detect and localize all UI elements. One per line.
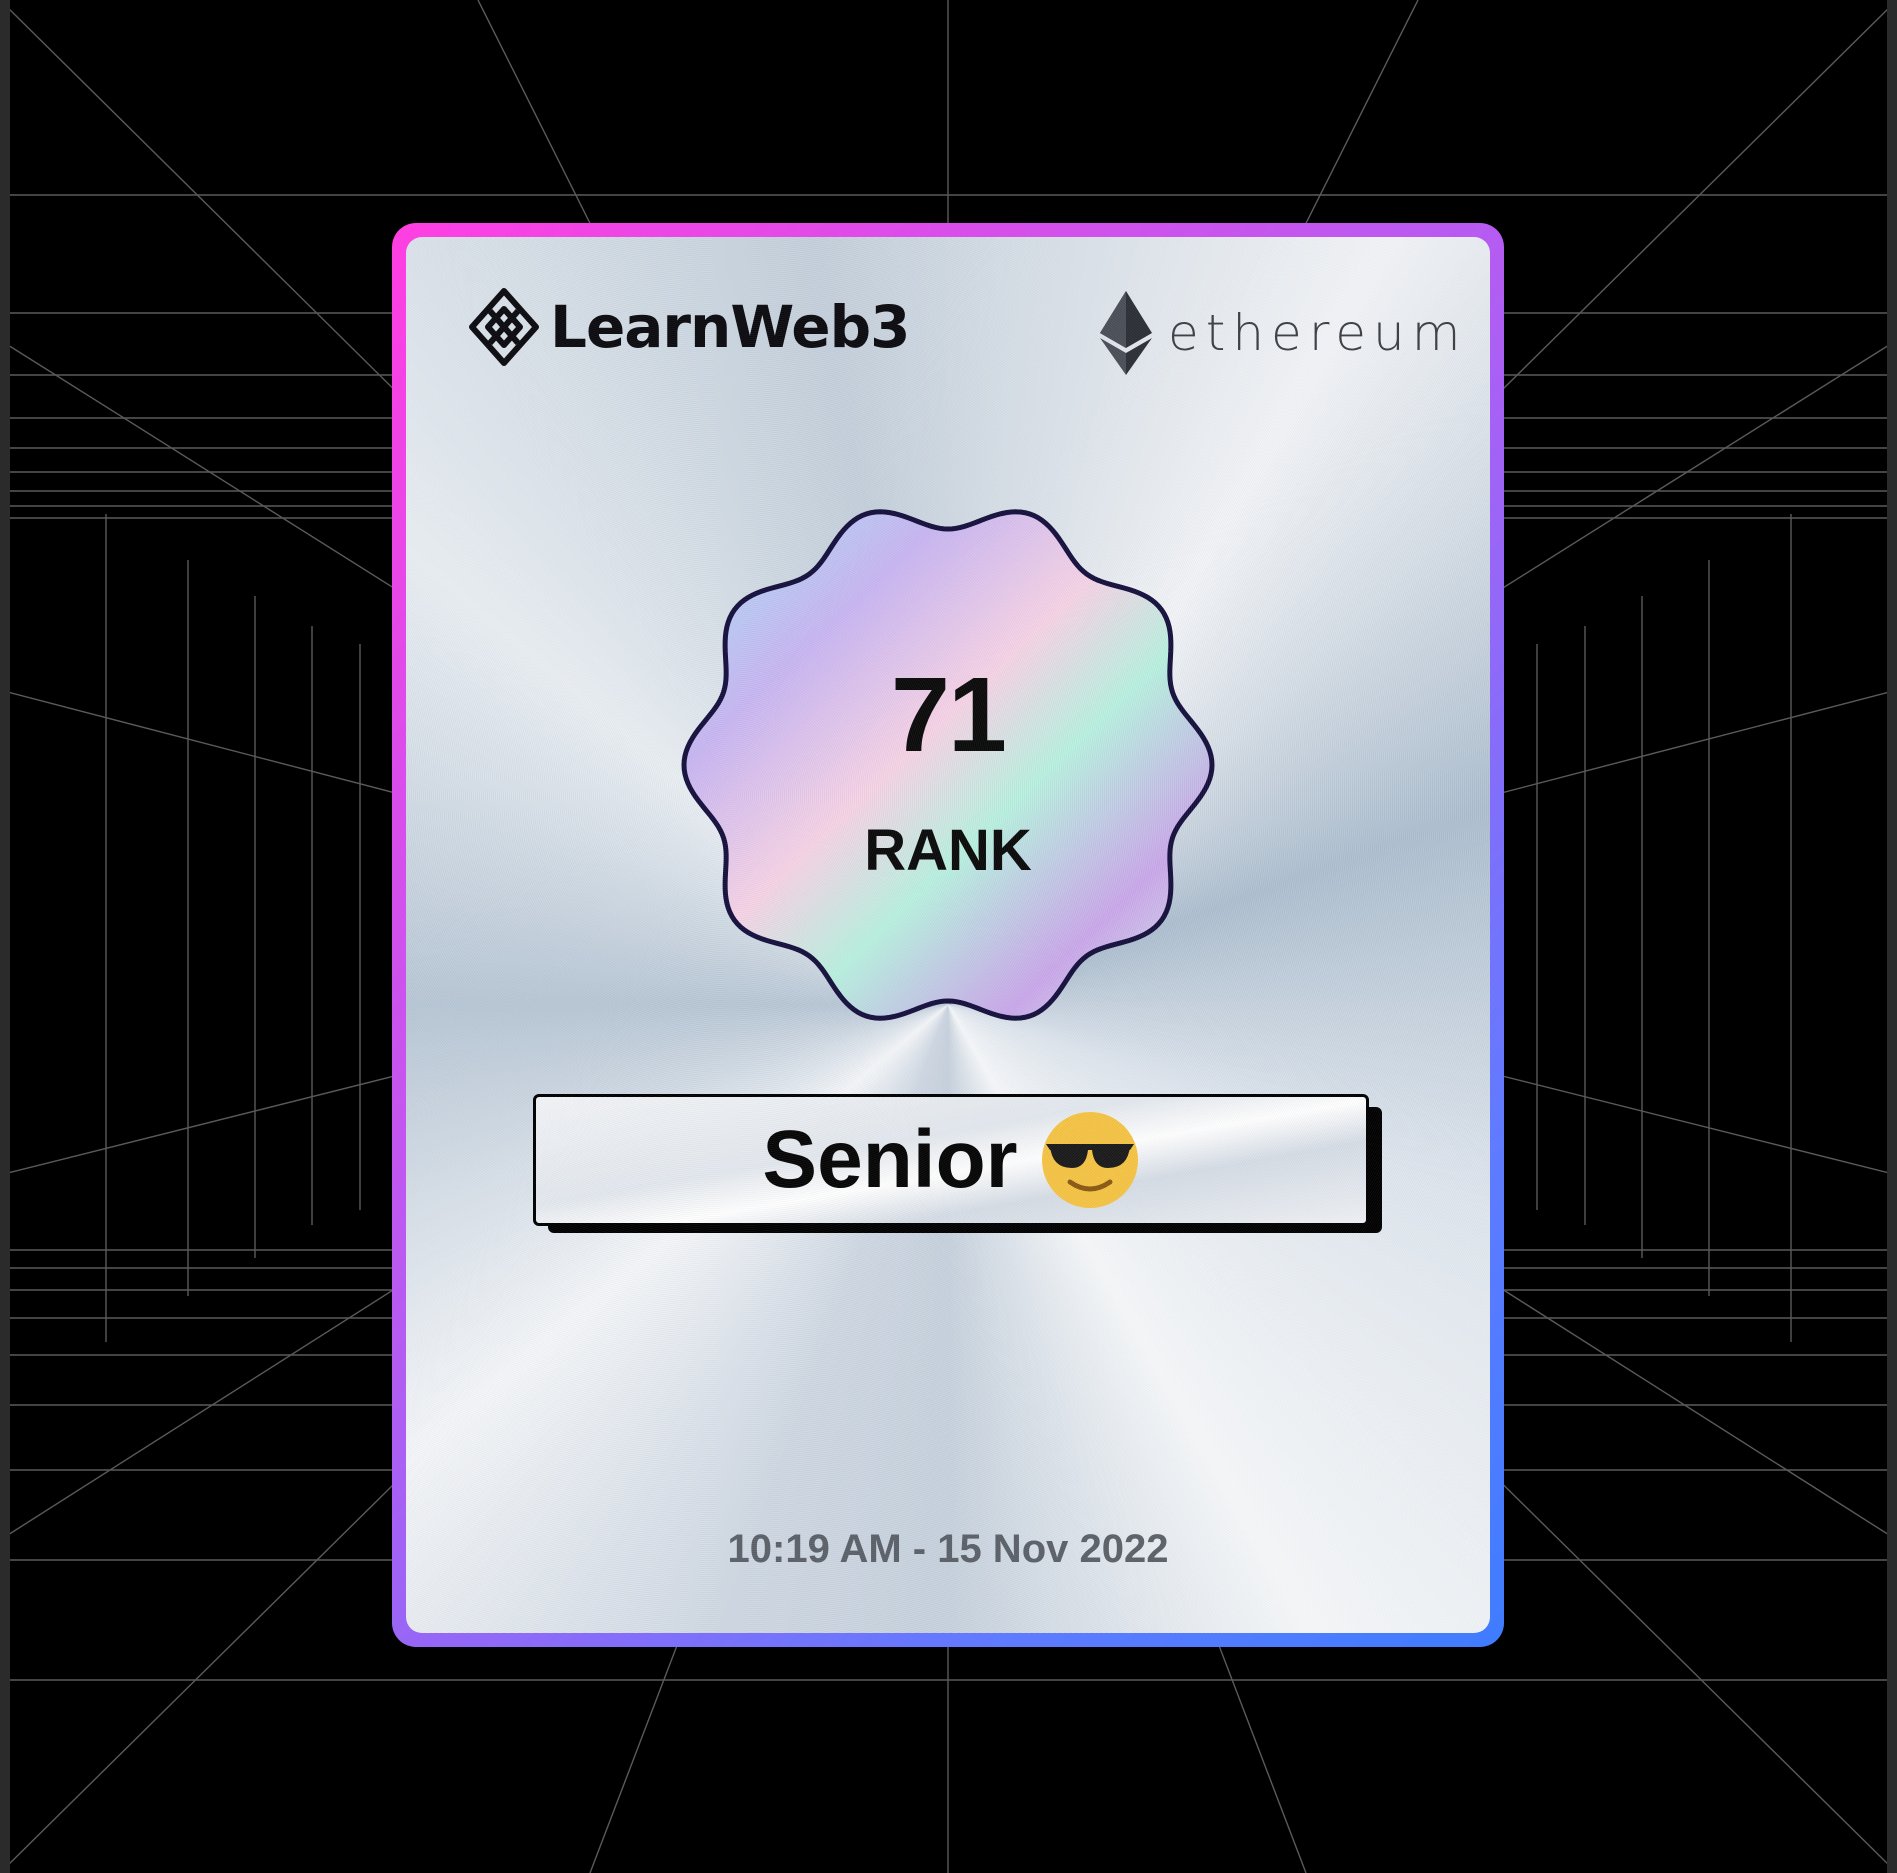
rank-badge: 71 RANK [670, 487, 1226, 1043]
learnweb3-wordmark: LearnWeb3 [550, 293, 910, 361]
ethereum-logo: ethereum [1098, 291, 1467, 375]
ethereum-wordmark: ethereum [1168, 304, 1468, 362]
rank-card: LearnWeb3 ethereum 71 RANK Senior 10:19 … [406, 237, 1490, 1633]
learnweb3-icon [469, 288, 539, 366]
ethereum-icon [1100, 291, 1152, 375]
frame-edge-left [0, 0, 10, 1873]
smiling-face-with-sunglasses-icon [1041, 1112, 1138, 1208]
title-text: Senior [762, 1114, 1018, 1205]
title-box: Senior [533, 1094, 1369, 1226]
rank-label: RANK [864, 818, 1032, 883]
timestamp: 10:19 AM - 15 Nov 2022 [727, 1527, 1169, 1571]
rank-value: 71 [891, 656, 1007, 774]
frame-edge-right [1887, 0, 1897, 1873]
learnweb3-logo: LearnWeb3 [468, 287, 910, 367]
